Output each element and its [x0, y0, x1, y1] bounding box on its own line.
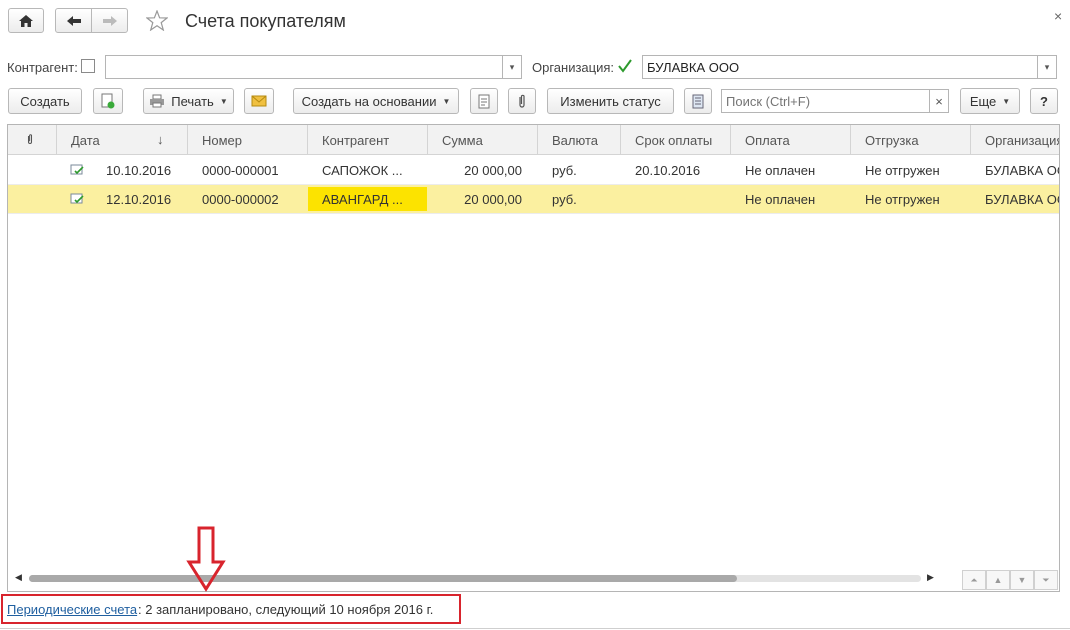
- copy-doc-icon: [101, 93, 115, 109]
- cell-amount: 20 000,00: [464, 192, 522, 207]
- cell-payment: Не оплачен: [745, 192, 816, 207]
- organization-dropdown-button[interactable]: ▾: [1037, 55, 1057, 79]
- help-button-label: ?: [1040, 93, 1048, 109]
- table-header: Дата ↓ Номер Контрагент Сумма Валюта Сро…: [8, 125, 1059, 155]
- column-header-counterparty[interactable]: Контрагент: [308, 125, 428, 155]
- cell-counterparty-active[interactable]: АВАНГАРД ...: [308, 187, 427, 211]
- arrow-right-icon: [102, 15, 117, 26]
- cell-currency: руб.: [552, 163, 577, 178]
- scroll-page-up-button[interactable]: ▲: [986, 570, 1010, 590]
- cell-shipment: Не отгружен: [865, 163, 940, 178]
- help-button[interactable]: ?: [1030, 88, 1058, 114]
- chevron-down-icon: ▼: [1002, 96, 1011, 106]
- cell-amount: 20 000,00: [464, 163, 522, 178]
- posted-document-icon: [70, 193, 84, 204]
- organization-checkbox[interactable]: [617, 58, 633, 74]
- cell-number: 0000-000001: [202, 163, 279, 178]
- envelope-icon: [251, 95, 267, 107]
- create-button-label: Создать: [20, 93, 70, 109]
- page-title: Счета покупателям: [185, 11, 346, 31]
- periodic-invoices-status: : 2 запланировано, следующий 10 ноября 2…: [138, 602, 434, 617]
- cell-due-date: 20.10.2016: [635, 163, 701, 178]
- close-icon[interactable]: ×: [1054, 8, 1062, 24]
- column-header-shipment[interactable]: Отгрузка: [851, 125, 971, 155]
- create-button[interactable]: Создать: [8, 88, 82, 114]
- cell-organization: БУЛАВКА ООО: [985, 163, 1059, 178]
- list-icon: [692, 94, 704, 108]
- organization-label: Организация:: [532, 60, 615, 75]
- scroll-page-down-button[interactable]: ▼: [1010, 570, 1034, 590]
- list-settings-button[interactable]: [684, 88, 712, 114]
- scroll-left-icon[interactable]: ◀: [15, 572, 22, 583]
- printer-icon: [150, 94, 165, 108]
- cell-date: 12.10.2016: [106, 192, 172, 207]
- counterparty-checkbox[interactable]: [81, 59, 95, 73]
- chevron-down-icon: ▼: [442, 96, 451, 106]
- counterparty-field[interactable]: [105, 55, 503, 79]
- create-based-on-label: Создать на основании: [301, 93, 437, 109]
- cell-payment: Не оплачен: [745, 163, 816, 178]
- column-header-payment[interactable]: Оплата: [731, 125, 851, 155]
- attach-button[interactable]: [508, 88, 536, 114]
- paperclip-icon: [27, 134, 33, 144]
- table-row[interactable]: 10.10.2016 0000-000001 САПОЖОК ... 20 00…: [8, 156, 1059, 185]
- posted-document-icon: [70, 164, 84, 175]
- back-button[interactable]: [55, 8, 92, 33]
- email-button[interactable]: [244, 88, 274, 114]
- sort-arrow-icon: ↓: [157, 132, 164, 147]
- cell-currency: руб.: [552, 192, 577, 207]
- paperclip-icon: [519, 94, 525, 108]
- scroll-to-bottom-button[interactable]: ⏷: [1034, 570, 1058, 590]
- cell-organization: БУЛАВКА ООО: [985, 192, 1059, 207]
- column-header-attachment[interactable]: [8, 125, 57, 155]
- column-header-number[interactable]: Номер: [188, 125, 308, 155]
- bottom-divider: [0, 628, 1070, 629]
- home-button[interactable]: [8, 8, 44, 33]
- scrollbar-thumb[interactable]: [29, 575, 737, 582]
- copy-button[interactable]: [93, 88, 123, 114]
- search-input[interactable]: [721, 89, 930, 113]
- cell-number: 0000-000002: [202, 192, 279, 207]
- annotation-arrow-icon: [186, 526, 226, 592]
- invoice-table: Дата ↓ Номер Контрагент Сумма Валюта Сро…: [7, 124, 1060, 592]
- column-header-date[interactable]: Дата ↓: [57, 125, 188, 155]
- scroll-to-top-button[interactable]: ⏶: [962, 570, 986, 590]
- horizontal-scrollbar[interactable]: ◀ ▶: [7, 570, 1060, 590]
- cell-due-date: [621, 185, 731, 214]
- periodic-invoices-link[interactable]: Периодические счета: [7, 602, 137, 617]
- organization-field[interactable]: БУЛАВКА ООО: [642, 55, 1038, 79]
- column-header-amount[interactable]: Сумма: [428, 125, 538, 155]
- column-header-due-date[interactable]: Срок оплаты: [621, 125, 731, 155]
- more-button[interactable]: Еще ▼: [960, 88, 1020, 114]
- star-icon[interactable]: [146, 10, 168, 31]
- print-button-label: Печать: [171, 93, 214, 109]
- chevron-down-icon: ▼: [219, 96, 228, 106]
- checkmark-icon: [618, 59, 632, 73]
- print-button[interactable]: Печать ▼: [143, 88, 234, 114]
- search-clear-button[interactable]: ×: [929, 89, 949, 113]
- arrow-left-icon: [66, 15, 81, 26]
- forward-button[interactable]: [91, 8, 128, 33]
- cell-counterparty: САПОЖОК ...: [322, 163, 403, 178]
- report-button[interactable]: [470, 88, 498, 114]
- column-header-currency[interactable]: Валюта: [538, 125, 621, 155]
- scroll-right-icon[interactable]: ▶: [927, 572, 934, 583]
- more-button-label: Еще: [969, 93, 997, 109]
- create-based-on-button[interactable]: Создать на основании ▼: [293, 88, 459, 114]
- home-icon: [19, 14, 33, 27]
- column-header-organization[interactable]: Организация: [971, 125, 1059, 155]
- cell-shipment: Не отгружен: [865, 192, 940, 207]
- cell-date: 10.10.2016: [106, 163, 172, 178]
- counterparty-dropdown-button[interactable]: ▾: [502, 55, 522, 79]
- change-status-button[interactable]: Изменить статус: [547, 88, 674, 114]
- change-status-label: Изменить статус: [560, 93, 661, 109]
- counterparty-label: Контрагент:: [7, 60, 78, 75]
- document-icon: [478, 94, 490, 108]
- table-row-selected[interactable]: 12.10.2016 0000-000002 АВАНГАРД ... 20 0…: [8, 185, 1059, 214]
